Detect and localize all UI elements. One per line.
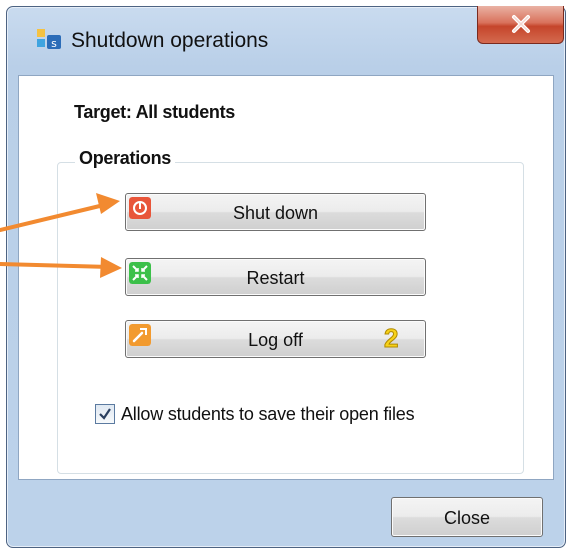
annotation-arrows <box>0 193 122 278</box>
arrow-to-shut-down <box>0 193 120 232</box>
arrow-to-restart <box>0 257 122 278</box>
